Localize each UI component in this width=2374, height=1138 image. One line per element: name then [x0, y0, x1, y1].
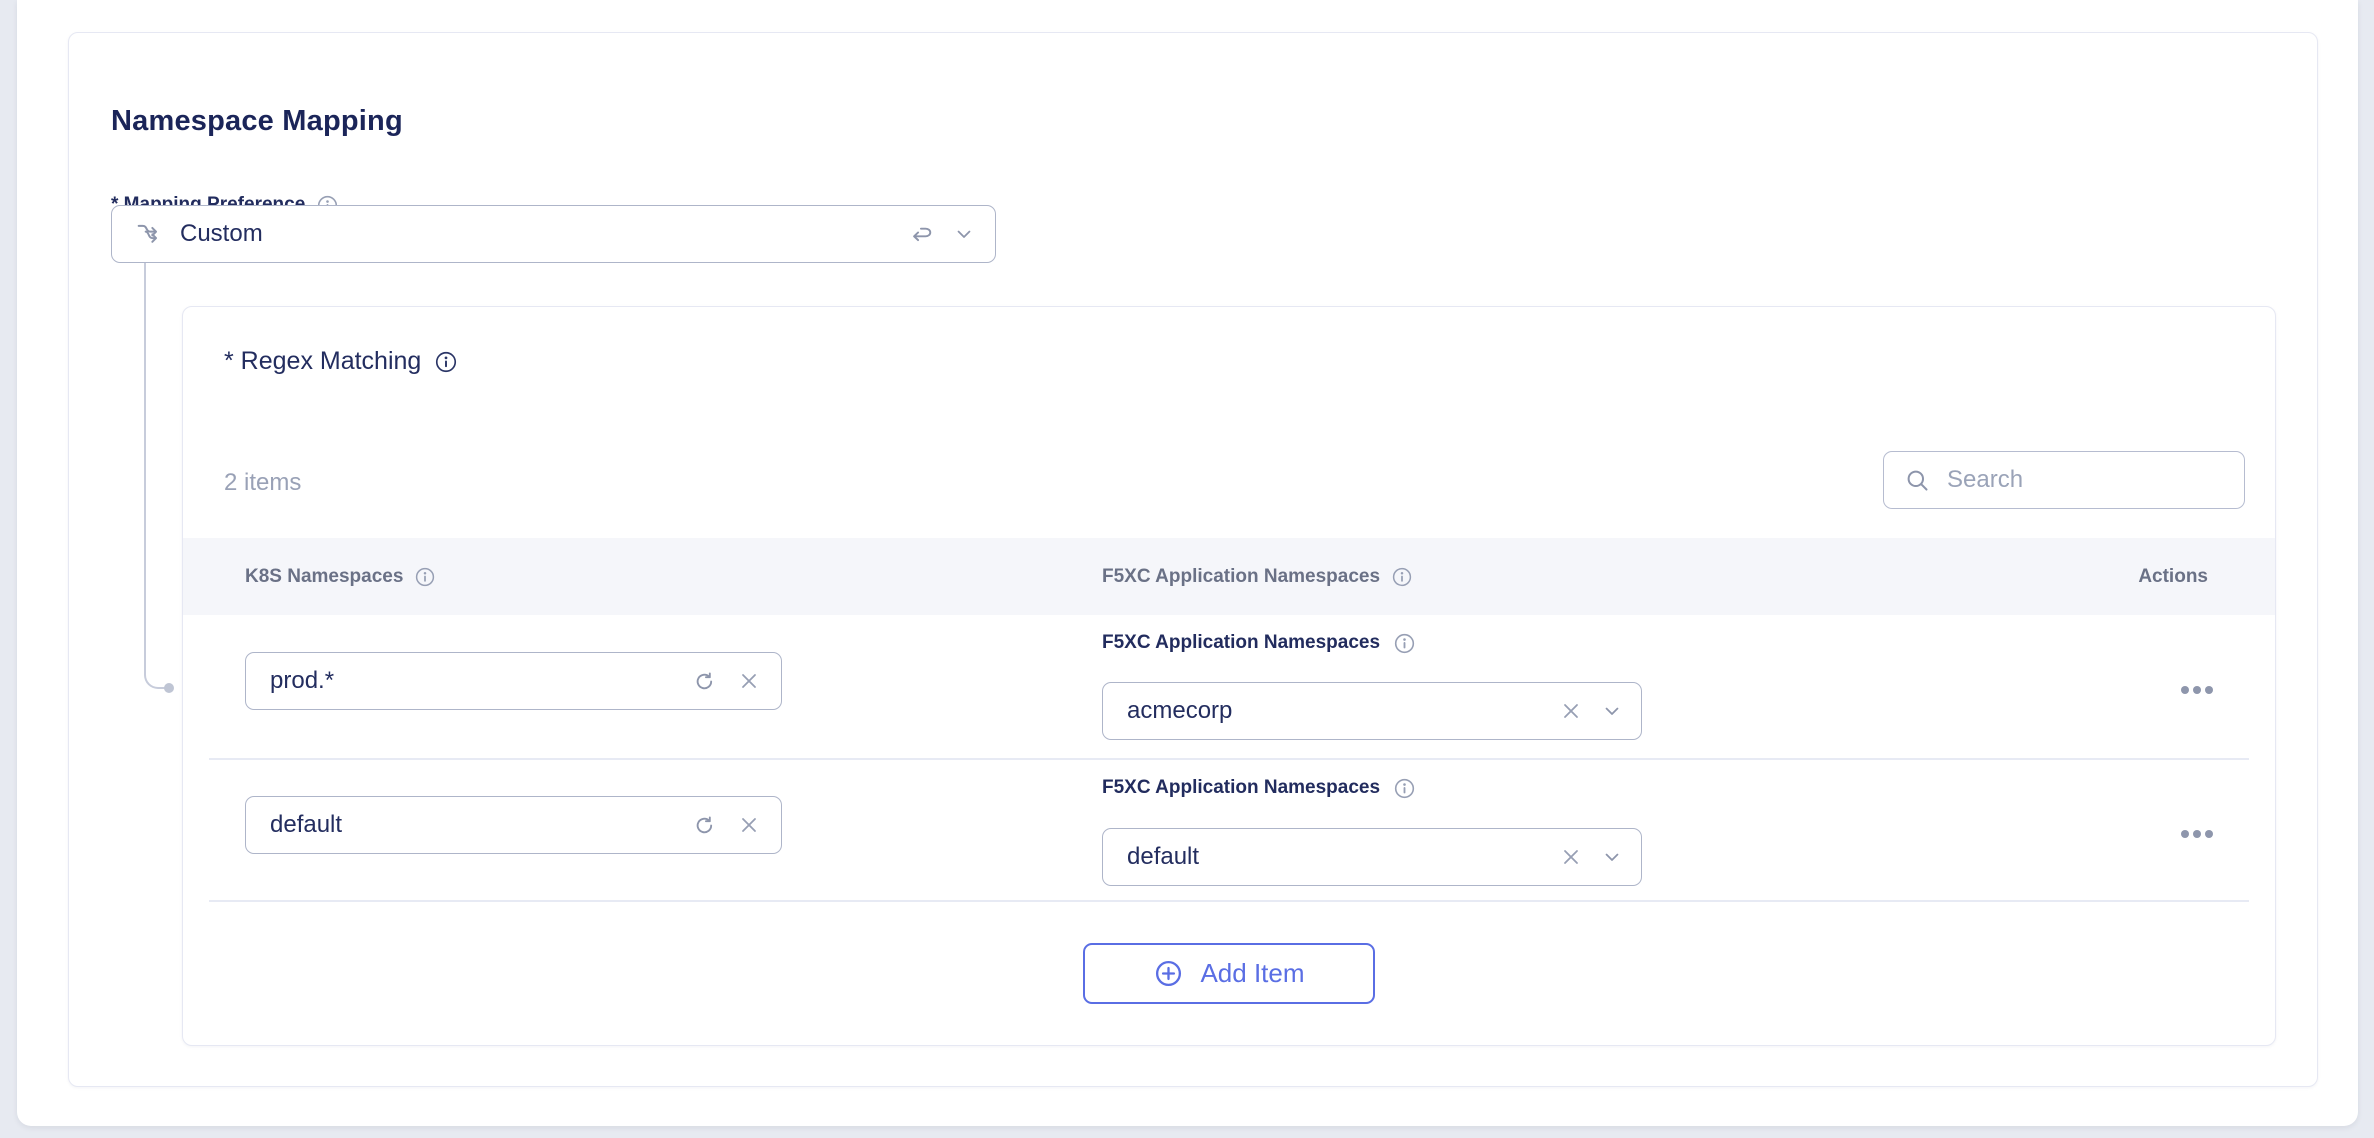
- page-panel: Namespace Mapping * Mapping Preference C…: [17, 0, 2358, 1126]
- info-icon[interactable]: [1392, 567, 1412, 587]
- info-icon[interactable]: [415, 567, 435, 587]
- chevron-down-icon[interactable]: [1601, 700, 1623, 722]
- add-item-button[interactable]: Add Item: [1083, 943, 1375, 1004]
- search-icon: [1904, 467, 1931, 494]
- k8s-namespace-input[interactable]: [270, 811, 672, 839]
- f5xc-namespace-value: acmecorp: [1127, 697, 1559, 725]
- row-divider: [209, 758, 2249, 760]
- regex-matching-title: * Regex Matching: [224, 347, 421, 376]
- row-divider: [209, 900, 2249, 902]
- clear-icon[interactable]: [1559, 845, 1583, 869]
- branch-icon: [134, 220, 162, 248]
- f5xc-namespace-select[interactable]: default: [1102, 828, 1642, 886]
- add-item-label: Add Item: [1200, 958, 1304, 989]
- clear-icon[interactable]: [737, 813, 761, 837]
- search-input[interactable]: [1947, 466, 2228, 494]
- page-title: Namespace Mapping: [111, 105, 403, 138]
- regex-matching-card: * Regex Matching 2 items K8S Namespaces: [182, 306, 2276, 1046]
- reset-return-icon[interactable]: [908, 221, 935, 248]
- regex-matching-title-row: * Regex Matching: [224, 347, 457, 376]
- namespace-mapping-card: Namespace Mapping * Mapping Preference C…: [68, 32, 2318, 1087]
- k8s-namespace-input[interactable]: [270, 667, 672, 695]
- refresh-icon[interactable]: [692, 813, 717, 838]
- row-actions-menu-button[interactable]: [2169, 814, 2225, 854]
- mapping-preference-value: Custom: [180, 220, 908, 248]
- column-header-actions: Actions: [2138, 566, 2208, 588]
- plus-circle-icon: [1153, 958, 1184, 989]
- clear-icon[interactable]: [737, 669, 761, 693]
- tree-connector-dot: [164, 683, 174, 693]
- search-box[interactable]: [1883, 451, 2245, 509]
- row-actions-menu-button[interactable]: [2169, 670, 2225, 710]
- info-icon[interactable]: [1394, 633, 1415, 654]
- items-count: 2 items: [224, 469, 301, 497]
- k8s-namespace-field[interactable]: [245, 796, 782, 854]
- f5xc-row-label: F5XC Application Namespaces: [1102, 777, 1380, 799]
- chevron-down-icon[interactable]: [953, 223, 975, 245]
- refresh-icon[interactable]: [692, 669, 717, 694]
- clear-icon[interactable]: [1559, 699, 1583, 723]
- f5xc-row-label: F5XC Application Namespaces: [1102, 632, 1380, 654]
- f5xc-namespace-select[interactable]: acmecorp: [1102, 682, 1642, 740]
- f5xc-row-label-row: F5XC Application Namespaces: [1102, 632, 1415, 654]
- mapping-preference-select[interactable]: Custom: [111, 205, 996, 263]
- info-icon[interactable]: [435, 351, 457, 373]
- f5xc-namespace-value: default: [1127, 843, 1559, 871]
- f5xc-row-label-row: F5XC Application Namespaces: [1102, 777, 1415, 799]
- table-header: K8S Namespaces F5XC Application Namespac…: [183, 538, 2275, 615]
- column-header-f5xc: F5XC Application Namespaces: [1102, 566, 1380, 588]
- chevron-down-icon[interactable]: [1601, 846, 1623, 868]
- k8s-namespace-field[interactable]: [245, 652, 782, 710]
- column-header-k8s: K8S Namespaces: [245, 566, 403, 588]
- tree-connector-line: [144, 263, 168, 689]
- info-icon[interactable]: [1394, 778, 1415, 799]
